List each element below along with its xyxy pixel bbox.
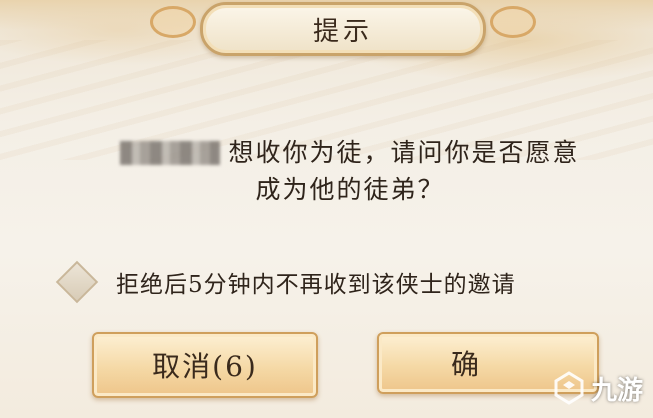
cloud-ornament-left (150, 6, 196, 38)
cloud-ornament-right (490, 6, 536, 38)
9-logo-icon (551, 370, 587, 406)
title-plaque: 提示 (200, 2, 486, 56)
diamond-checkbox[interactable] (55, 260, 99, 304)
blurred-player-name (120, 141, 221, 165)
dialog-title: 提示 (312, 16, 373, 47)
cancel-button[interactable]: 取消(6) (92, 332, 318, 398)
message-line-1-text: 想收你为徒，请问你是否愿意 (228, 138, 580, 167)
block-invite-option[interactable]: 拒绝后5分钟内不再收到该侠士的邀请 (52, 260, 516, 304)
block-invite-label: 拒绝后5分钟内不再收到该侠士的邀请 (116, 272, 516, 298)
invite-message: 想收你为徒，请问你是否愿意 成为他的徒弟？ (60, 134, 640, 208)
message-line-2: 成为他的徒弟？ (255, 175, 445, 204)
confirm-button-label: 确 (451, 348, 482, 381)
invite-dialog: 提示 想收你为徒，请问你是否愿意 成为他的徒弟？ 拒绝后5分钟内不再收到该侠士的… (0, 0, 653, 418)
cancel-button-label: 取消(6) (152, 350, 258, 383)
message-line-1: 想收你为徒，请问你是否愿意 (60, 134, 640, 171)
watermark-text: 九游 (590, 375, 643, 406)
site-watermark: 九游 (551, 368, 643, 408)
